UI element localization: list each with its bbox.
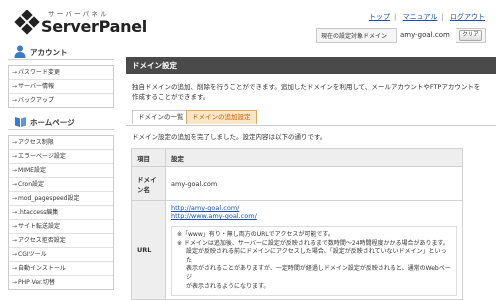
arrow-right-icon: → [12,237,18,244]
intro-text: 独自ドメインの追加、削除を行うことができます。追加したドメインを利用して、メール… [126,82,496,102]
sidebar-item-htaccess[interactable]: →.htaccess編集 [9,205,113,219]
sidebar-item-password-change[interactable]: →パスワード変更 [9,65,113,79]
main-content: ドメイン設定 独自ドメインの追加、削除を行うことができます。追加したドメインを利… [126,44,496,300]
table-row: URL http://amy-goal.com/ http://www.amy-… [131,199,463,300]
table-row: ドメイン名 amy-goal.com [131,166,463,201]
url-note-box: ※「www」有り・無し両方のURLでアクセスが可能です。 ※ ドメインは追加後、… [171,226,457,297]
sidebar-item-label: バックアップ [18,97,55,104]
arrow-right-icon: → [12,139,18,146]
tab-domain-list[interactable]: ドメインの一覧 [132,110,190,124]
arrow-right-icon: → [12,167,18,174]
sidebar-section-title: ホームページ [30,118,75,127]
sidebar-item-site-redirect[interactable]: →サイト転送設定 [9,219,113,233]
book-icon [15,117,26,127]
sidebar-item-backup[interactable]: →バックアップ [9,93,113,107]
sidebar-item-access-deny[interactable]: →アクセス拒否設定 [9,233,113,247]
top-link-top[interactable]: トップ [369,13,390,21]
sidebar-section-homepage: ホームページ [8,114,114,130]
arrow-right-icon: → [12,97,18,104]
link-separator: | [394,13,397,21]
row-label-url: URL [131,199,166,300]
sidebar-item-label: アクセス制限 [18,139,54,146]
sidebar-item-auto-install[interactable]: →自動インストール [9,261,113,275]
table-header-item: 項目 [131,148,166,167]
clear-button[interactable]: クリア [459,30,482,41]
arrow-right-icon: → [12,83,18,90]
arrow-right-icon: → [12,279,18,286]
arrow-right-icon: → [12,265,18,272]
current-domain-value: amy-goal.com [396,28,456,43]
table-header-row: 項目 設定 [131,148,463,167]
sidebar-item-label: .htaccess編集 [18,209,59,216]
top-link-logout[interactable]: ログアウト [450,13,485,21]
url-link[interactable]: http://amy-goal.com/ [171,204,457,212]
sidebar-item-label: 自動インストール [18,265,66,272]
user-icon [14,45,26,58]
current-domain-label: 現在の設定対象ドメイン [321,33,388,40]
top-link-manual[interactable]: マニュアル [403,13,438,21]
sidebar-item-cgi-tools[interactable]: →CGIツール [9,247,113,261]
account-nav-list: →パスワード変更 →サーバー情報 →バックアップ [8,65,114,108]
row-value-url: http://amy-goal.com/ http://www.amy-goal… [165,199,463,300]
tab-bar: ドメインの一覧 ドメインの追加設定 [126,110,496,126]
sidebar-item-error-page[interactable]: →エラーページ設定 [9,149,113,163]
sidebar-item-label: Cron設定 [18,181,45,188]
row-label-domain: ドメイン名 [131,166,166,201]
sidebar-section-account: アカウント [8,44,114,60]
note-text: ※「www」有り・無し両方のURLでアクセスが可能です。 [177,231,334,238]
page-title: ドメイン設定 [126,57,496,74]
homepage-nav-list: →アクセス制限 →エラーページ設定 →MIME設定 →Cron設定 →mod_p… [8,135,114,290]
logo-title: ServerPanel [41,17,147,36]
table-header-setting: 設定 [165,148,463,167]
sidebar-section-title: アカウント [30,48,68,57]
sidebar-item-label: CGIツール [18,251,47,258]
sidebar-item-label: mod_pagespeed設定 [18,195,80,202]
sidebar-item-server-info[interactable]: →サーバー情報 [9,79,113,93]
sidebar: アカウント →パスワード変更 →サーバー情報 →バックアップ ホームページ →ア… [8,44,114,290]
url-link-www[interactable]: http://www.amy-goal.com/ [171,212,457,220]
sidebar-item-access-restriction[interactable]: →アクセス制限 [9,135,113,149]
arrow-right-icon: → [12,209,18,216]
sidebar-item-mod-pagespeed[interactable]: →mod_pagespeed設定 [9,191,113,205]
arrow-right-icon: → [12,251,18,258]
completion-message: ドメイン設定の追加を完了しました。設定内容は以下の通りです。 [132,133,327,141]
intro-line: 独自ドメインの追加、削除を行うことができます。追加したドメインを利用して、メール… [132,83,481,91]
arrow-right-icon: → [12,153,18,160]
sidebar-item-label: アクセス拒否設定 [18,237,66,244]
header: サーバーパネル ServerPanel トップ | マニュアル | ログアウト 現在… [0,0,503,44]
tab-domain-add[interactable]: ドメインの追加設定 [186,110,257,124]
arrow-right-icon: → [12,69,18,76]
sidebar-item-label: パスワード変更 [18,69,61,76]
top-links: トップ | マニュアル | ログアウト [365,12,485,22]
row-value-domain: amy-goal.com [165,166,463,201]
sidebar-item-label: エラーページ設定 [18,153,66,160]
arrow-right-icon: → [12,181,18,188]
sidebar-item-label: PHP Ver.切替 [18,279,55,286]
link-separator: | [441,13,444,21]
result-table: 項目 設定 ドメイン名 amy-goal.com URL http://amy-… [131,148,463,300]
sidebar-item-cron[interactable]: →Cron設定 [9,177,113,191]
note-text: ※ ドメインは追加後、サーバーに設定が反映されるまで数時間～24時間程度かかる場… [177,239,449,247]
current-domain-bar: 現在の設定対象ドメイン amy-goal.com クリア [316,28,486,43]
sidebar-item-label: MIME設定 [18,167,46,174]
intro-line: 作成することができます。 [132,93,210,101]
sidebar-item-label: サイト転送設定 [18,223,61,230]
serverpanel-logo[interactable]: サーバーパネル ServerPanel [14,10,147,38]
arrow-right-icon: → [12,223,18,230]
arrow-right-icon: → [12,195,18,202]
logo-diamond-icon [14,10,40,35]
sidebar-item-mime[interactable]: →MIME設定 [9,163,113,177]
sidebar-item-php-version[interactable]: →PHP Ver.切替 [9,275,113,289]
note-text: 表示がされることがありますが、一定時間が経過しドメイン設定が反映されると、通常の… [186,265,451,281]
note-text: 設定が反映される前にドメインにアクセスした場合、「設定が反映されていないドメイン… [186,248,447,264]
sidebar-item-label: サーバー情報 [18,83,54,90]
